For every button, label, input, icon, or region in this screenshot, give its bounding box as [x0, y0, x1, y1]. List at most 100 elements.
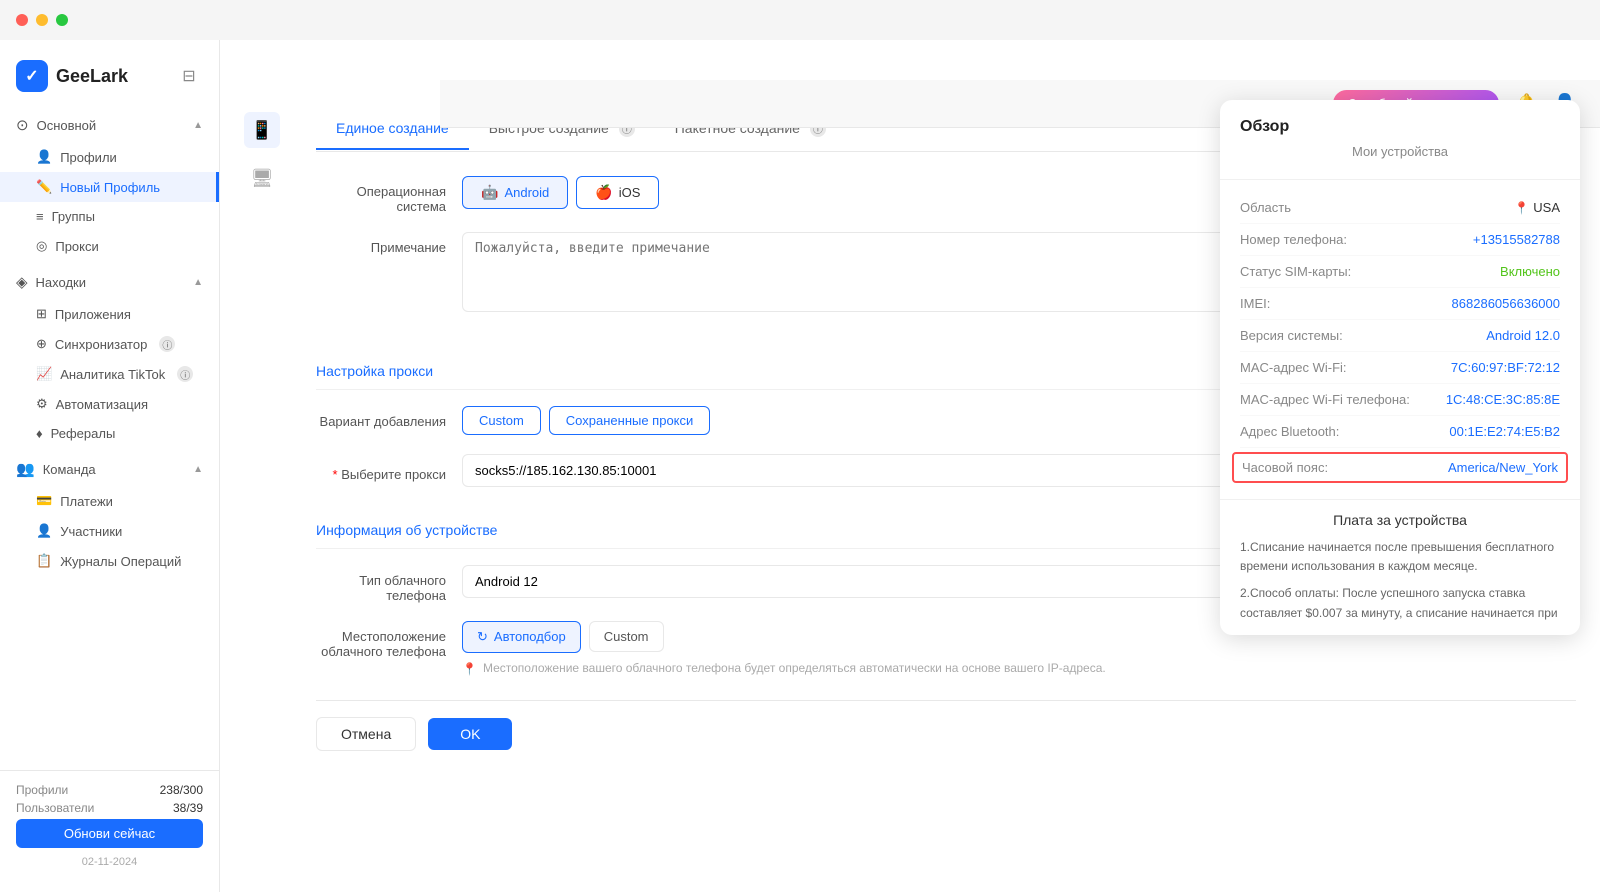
form-footer: Отмена OK — [316, 700, 1576, 767]
sidebar-item-new-profile[interactable]: ✏️ Новый Профиль — [0, 172, 219, 202]
sidebar-item-groups[interactable]: ≡ Группы — [0, 202, 219, 231]
sidebar-toggle-button[interactable]: ⊟ — [175, 62, 203, 90]
location-hint: 📍 Местоположение вашего облачного телефо… — [462, 661, 1576, 676]
mac-wifi-value: 7C:60:97:BF:72:12 — [1451, 360, 1560, 375]
team-icon: 👥 — [16, 460, 35, 478]
ios-button[interactable]: 🍎 iOS — [576, 176, 659, 209]
overview-body: Область 📍 USA Номер телефона: +135155827… — [1220, 180, 1580, 499]
payment-text2: 2.Способ оплаты: После успешного запуска… — [1240, 584, 1560, 622]
sidebar-item-referrals[interactable]: ♦ Рефералы — [0, 419, 219, 448]
user-icon: 👤 — [36, 149, 52, 165]
overview-panel: Обзор Мои устройства Область 📍 USA Номер… — [1220, 100, 1580, 635]
sidebar-group-komanda: 👥 Команда ▲ 💳 Платежи 👤 Участники 📋 Журн… — [0, 452, 219, 576]
proxy-variant-label: Вариант добавления — [316, 406, 446, 429]
imei-value: 868286056636000 — [1452, 296, 1560, 311]
minimize-button[interactable] — [36, 14, 48, 26]
logo-icon: ✓ — [16, 60, 48, 92]
apps-icon: ⊞ — [36, 306, 47, 322]
region-label: Область — [1240, 200, 1291, 215]
custom-location-button[interactable]: Custom — [589, 621, 664, 652]
location-region-icon: 📍 — [1514, 201, 1529, 215]
location-label: Местоположение облачного телефона — [316, 621, 446, 659]
overview-subtitle: Мои устройства — [1240, 144, 1560, 159]
sidebar: ✓ GeeLark ⊟ ⊙ Основной ▲ 👤 Профили ✏️ Но… — [0, 40, 220, 892]
overview-row-imei: IMEI: 868286056636000 — [1240, 288, 1560, 320]
overview-payment-section: Плата за устройства 1.Списание начинаетс… — [1220, 499, 1580, 635]
refresh-icon: ↻ — [477, 629, 488, 645]
sidebar-item-automation[interactable]: ⚙ Автоматизация — [0, 389, 219, 419]
footer-date: 02-11-2024 — [16, 856, 203, 868]
sidebar-item-logs[interactable]: 📋 Журналы Операций — [0, 546, 219, 576]
sidebar-item-payments[interactable]: 💳 Платежи — [0, 486, 219, 516]
list-icon: ≡ — [36, 209, 44, 224]
os-version-value: Android 12.0 — [1486, 328, 1560, 343]
imei-label: IMEI: — [1240, 296, 1270, 311]
referrals-icon: ♦ — [36, 426, 43, 441]
device-type-label: Тип облачного телефона — [316, 565, 446, 603]
bluetooth-label: Адрес Bluetooth: — [1240, 424, 1339, 439]
sidebar-group-header-osnovnoy[interactable]: ⊙ Основной ▲ — [0, 108, 219, 142]
desktop-device-button[interactable]: 🖥 — [244, 160, 280, 196]
android-button[interactable]: 🤖 Android — [462, 176, 568, 209]
members-icon: 👤 — [36, 523, 52, 539]
overview-row-sim: Статус SIM-карты: Включено — [1240, 256, 1560, 288]
proxy-icon: ◎ — [36, 238, 47, 254]
chevron-icon: ▲ — [193, 120, 203, 131]
sidebar-item-apps[interactable]: ⊞ Приложения — [0, 299, 219, 329]
logs-icon: 📋 — [36, 553, 52, 569]
sim-label: Статус SIM-карты: — [1240, 264, 1351, 279]
cancel-button[interactable]: Отмена — [316, 717, 416, 751]
proxy-input-row: ⇄ ▼ — [462, 454, 1327, 487]
analytics-badge: ⓘ — [177, 366, 193, 382]
sidebar-item-profiles[interactable]: 👤 Профили — [0, 142, 219, 172]
region-value: 📍 USA — [1514, 200, 1560, 215]
maximize-button[interactable] — [56, 14, 68, 26]
findings-icon: ◈ — [16, 273, 28, 291]
sidebar-footer: Профили 238/300 Пользователи 38/39 Обнов… — [0, 770, 219, 880]
device-type-sidebar: 📱 🖥 — [244, 108, 292, 872]
mac-wifi-label: MAC-адрес Wi-Fi: — [1240, 360, 1347, 375]
overview-row-phone: Номер телефона: +13515582788 — [1240, 224, 1560, 256]
overview-title: Обзор — [1240, 118, 1560, 136]
proxy-select-label: Выберите прокси — [316, 459, 446, 482]
sidebar-group-nahodki: ◈ Находки ▲ ⊞ Приложения ⊕ Синхронизатор… — [0, 265, 219, 448]
proxy-input[interactable] — [462, 454, 1251, 487]
analytics-icon: 📈 — [36, 366, 52, 382]
chevron-icon: ▲ — [193, 277, 203, 288]
automation-icon: ⚙ — [36, 396, 48, 412]
payment-section-title: Плата за устройства — [1240, 512, 1560, 528]
phone-device-button[interactable]: 📱 — [244, 112, 280, 148]
device-section-title: Информация об устройстве — [316, 522, 497, 538]
mac-wifi-phone-label: MAC-адрес Wi-Fi телефона: — [1240, 392, 1410, 407]
overview-row-timezone: Часовой пояс: America/New_York — [1232, 452, 1568, 483]
proxy-saved-button[interactable]: Сохраненные прокси — [549, 406, 710, 435]
sidebar-item-analytics[interactable]: 📈 Аналитика TikTok ⓘ — [0, 359, 219, 389]
bluetooth-value: 00:1E:E2:74:E5:B2 — [1449, 424, 1560, 439]
sidebar-group-header-nahodki[interactable]: ◈ Находки ▲ — [0, 265, 219, 299]
sidebar-item-proxy[interactable]: ◎ Прокси — [0, 231, 219, 261]
auto-location-button[interactable]: ↻ Автоподбор — [462, 621, 581, 653]
payments-icon: 💳 — [36, 493, 52, 509]
android-icon: 🤖 — [481, 184, 498, 201]
edit-icon: ✏️ — [36, 179, 52, 195]
note-label: Примечание — [316, 232, 446, 255]
home-icon: ⊙ — [16, 116, 29, 134]
timezone-label: Часовой пояс: — [1242, 460, 1328, 475]
timezone-value: America/New_York — [1448, 460, 1558, 475]
proxy-section-title: Настройка прокси — [316, 363, 433, 379]
phone-value: +13515582788 — [1473, 232, 1560, 247]
phone-label: Номер телефона: — [1240, 232, 1347, 247]
update-now-button[interactable]: Обнови сейчас — [16, 819, 203, 848]
sidebar-group-header-komanda[interactable]: 👥 Команда ▲ — [0, 452, 219, 486]
sidebar-item-members[interactable]: 👤 Участники — [0, 516, 219, 546]
overview-header: Обзор Мои устройства — [1220, 100, 1580, 180]
overview-row-mac-wifi-phone: MAC-адрес Wi-Fi телефона: 1C:48:CE:3C:85… — [1240, 384, 1560, 416]
close-button[interactable] — [16, 14, 28, 26]
sidebar-header: ✓ GeeLark ⊟ — [0, 52, 219, 108]
titlebar — [0, 0, 1600, 40]
os-version-label: Версия системы: — [1240, 328, 1343, 343]
sidebar-item-sync[interactable]: ⊕ Синхронизатор ⓘ — [0, 329, 219, 359]
proxy-custom-button[interactable]: Custom — [462, 406, 541, 435]
ok-button[interactable]: OK — [428, 718, 512, 750]
overview-row-bluetooth: Адрес Bluetooth: 00:1E:E2:74:E5:B2 — [1240, 416, 1560, 448]
